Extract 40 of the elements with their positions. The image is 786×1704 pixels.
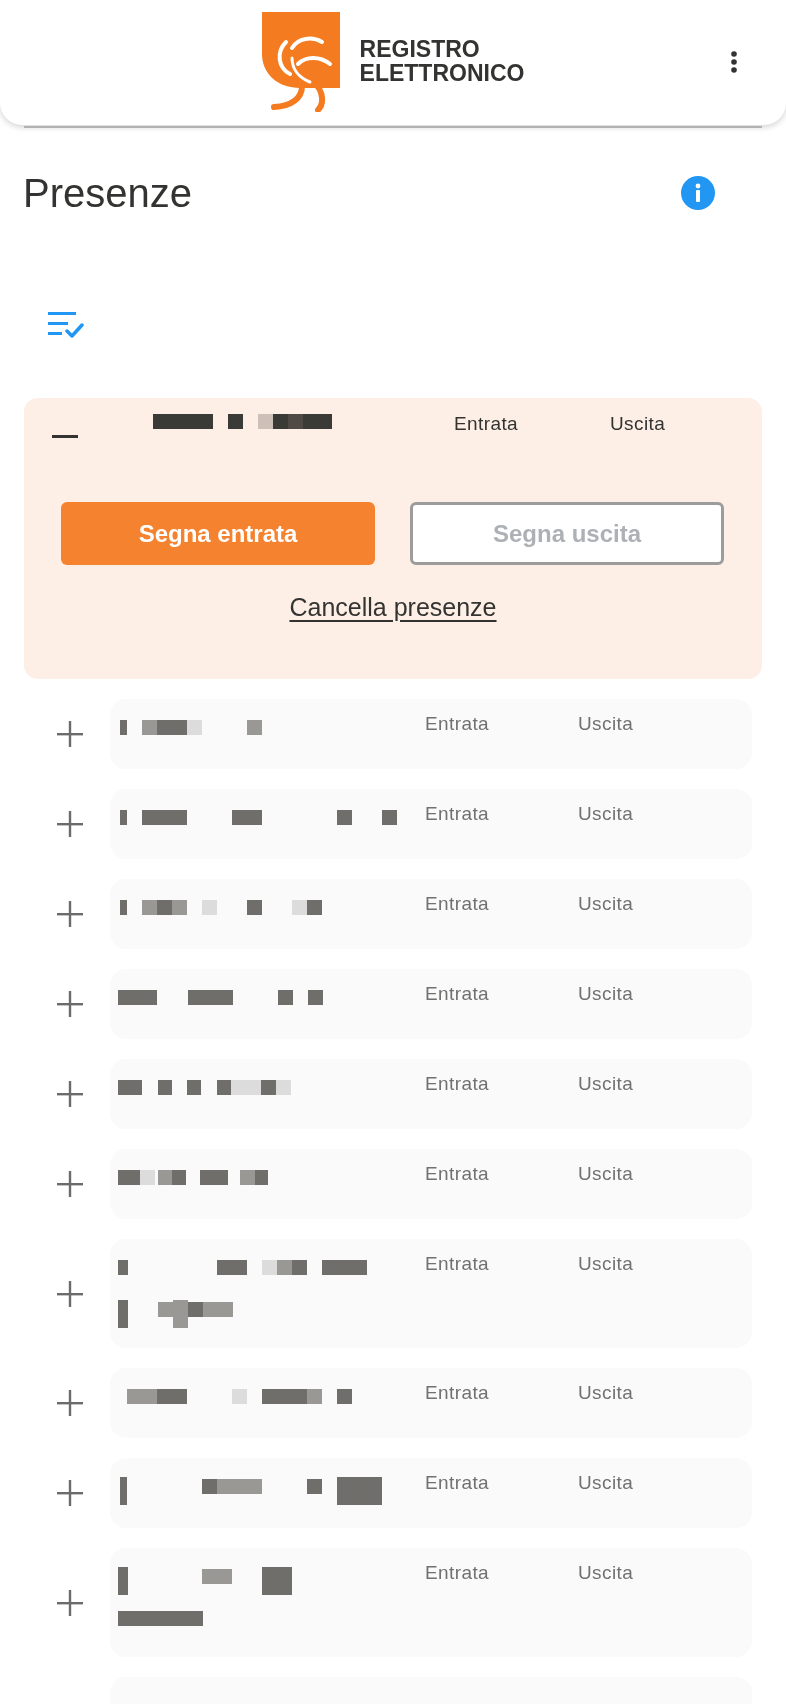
exit-label: Uscita (578, 1252, 634, 1276)
exit-label: Uscita (578, 892, 634, 916)
entry-label: Entrata (425, 982, 491, 1006)
plus-icon[interactable] (57, 1589, 83, 1616)
exit-label: Uscita (578, 1381, 634, 1405)
plus-icon[interactable] (57, 991, 83, 1017)
entry-label: Entrata (454, 412, 520, 436)
plus-icon[interactable] (57, 1480, 83, 1506)
exit-label: Uscita (578, 802, 634, 826)
entry-label: Entrata (425, 1252, 491, 1276)
entry-label: Entrata (425, 892, 491, 916)
exit-label: Uscita (578, 1561, 634, 1585)
exit-label: Uscita (578, 982, 634, 1006)
entry-label: Entrata (425, 802, 491, 826)
entry-label: Entrata (425, 1381, 491, 1405)
info-icon[interactable] (681, 176, 715, 210)
plus-icon[interactable] (57, 1390, 83, 1416)
mark-entry-button[interactable]: Segna entrata (61, 502, 375, 565)
app-name: REGISTRO ELETTRONICO (359, 35, 525, 85)
plus-icon[interactable] (57, 1171, 83, 1197)
entry-label: Entrata (425, 1072, 491, 1096)
exit-label: Uscita (578, 1471, 634, 1495)
exit-label: Uscita (610, 412, 666, 436)
plus-icon[interactable] (57, 811, 83, 837)
entry-label: Entrata (425, 1162, 491, 1186)
exit-label: Uscita (578, 1072, 634, 1096)
entry-label: Entrata (425, 1561, 491, 1585)
exit-label: Uscita (578, 1162, 634, 1186)
entry-label: Entrata (425, 712, 491, 736)
plus-icon[interactable] (57, 901, 83, 927)
plus-icon[interactable] (57, 721, 83, 747)
clear-attendance-link[interactable]: Cancella presenze (289, 592, 497, 622)
checklist-icon[interactable] (48, 312, 84, 340)
exit-label: Uscita (578, 712, 634, 736)
swirl-logo-icon (261, 12, 342, 112)
more-menu-icon[interactable] (730, 51, 738, 73)
plus-icon[interactable] (57, 1081, 83, 1107)
entry-label: Entrata (425, 1471, 491, 1495)
plus-icon[interactable] (57, 1280, 83, 1307)
page-title: Presenze (23, 170, 192, 216)
